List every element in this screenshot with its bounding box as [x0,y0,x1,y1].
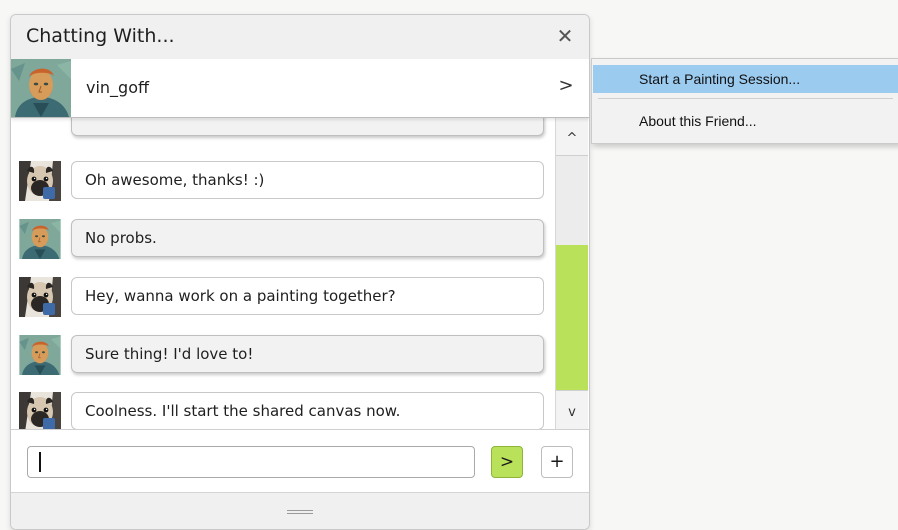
message-row [11,117,553,138]
resize-footer [11,492,589,529]
message-row: No probs. [11,219,553,259]
scroll-track[interactable] [556,155,588,391]
message-row: Oh awesome, thanks! :) [11,161,553,201]
scroll-thumb[interactable] [556,245,588,390]
message-row: Hey, wanna work on a painting together? [11,277,553,317]
friend-avatar [11,59,71,117]
message-row: Coolness. I'll start the shared canvas n… [11,392,553,429]
composer: > + [11,429,589,492]
friend-context-menu: Start a Painting Session... About this F… [591,58,898,144]
pug-avatar [19,392,61,429]
vincent-portrait-avatar [19,335,61,375]
vincent-portrait-avatar [19,219,61,259]
resize-grip-icon[interactable] [287,509,313,515]
title-bar: Chatting With... ✕ [11,15,589,60]
message-bubble: Hey, wanna work on a painting together? [71,277,544,315]
text-caret [39,452,41,472]
close-icon[interactable]: ✕ [553,23,577,49]
pug-avatar [19,277,61,317]
scroll-up-button[interactable]: ^ [556,125,588,153]
menu-divider [598,98,893,99]
message-list: Oh awesome, thanks! :) No probs. Hey, wa… [11,117,553,429]
message-bubble: Coolness. I'll start the shared canvas n… [71,392,544,429]
menu-item-start-painting-session[interactable]: Start a Painting Session... [593,65,898,93]
message-input[interactable] [27,446,475,478]
message-row: Sure thing! I'd love to! [11,335,553,375]
friend-name: vin_goff [86,78,150,97]
message-bubble: No probs. [71,219,544,257]
friend-header: vin_goff > [11,59,589,118]
friend-menu-arrow[interactable]: > [557,75,575,96]
add-attachment-button[interactable]: + [541,446,573,478]
chat-window: Chatting With... ✕ vin_goff > Oh awesome… [10,14,590,530]
pug-avatar [19,161,61,201]
message-bubble: Sure thing! I'd love to! [71,335,544,373]
window-title: Chatting With... [26,25,175,47]
message-scrollbar[interactable]: ^ v [555,117,588,429]
send-button[interactable]: > [491,446,523,478]
message-bubble: Oh awesome, thanks! :) [71,161,544,199]
scroll-down-button[interactable]: v [556,399,588,427]
message-bubble [71,117,544,136]
menu-item-about-friend[interactable]: About this Friend... [593,107,898,135]
